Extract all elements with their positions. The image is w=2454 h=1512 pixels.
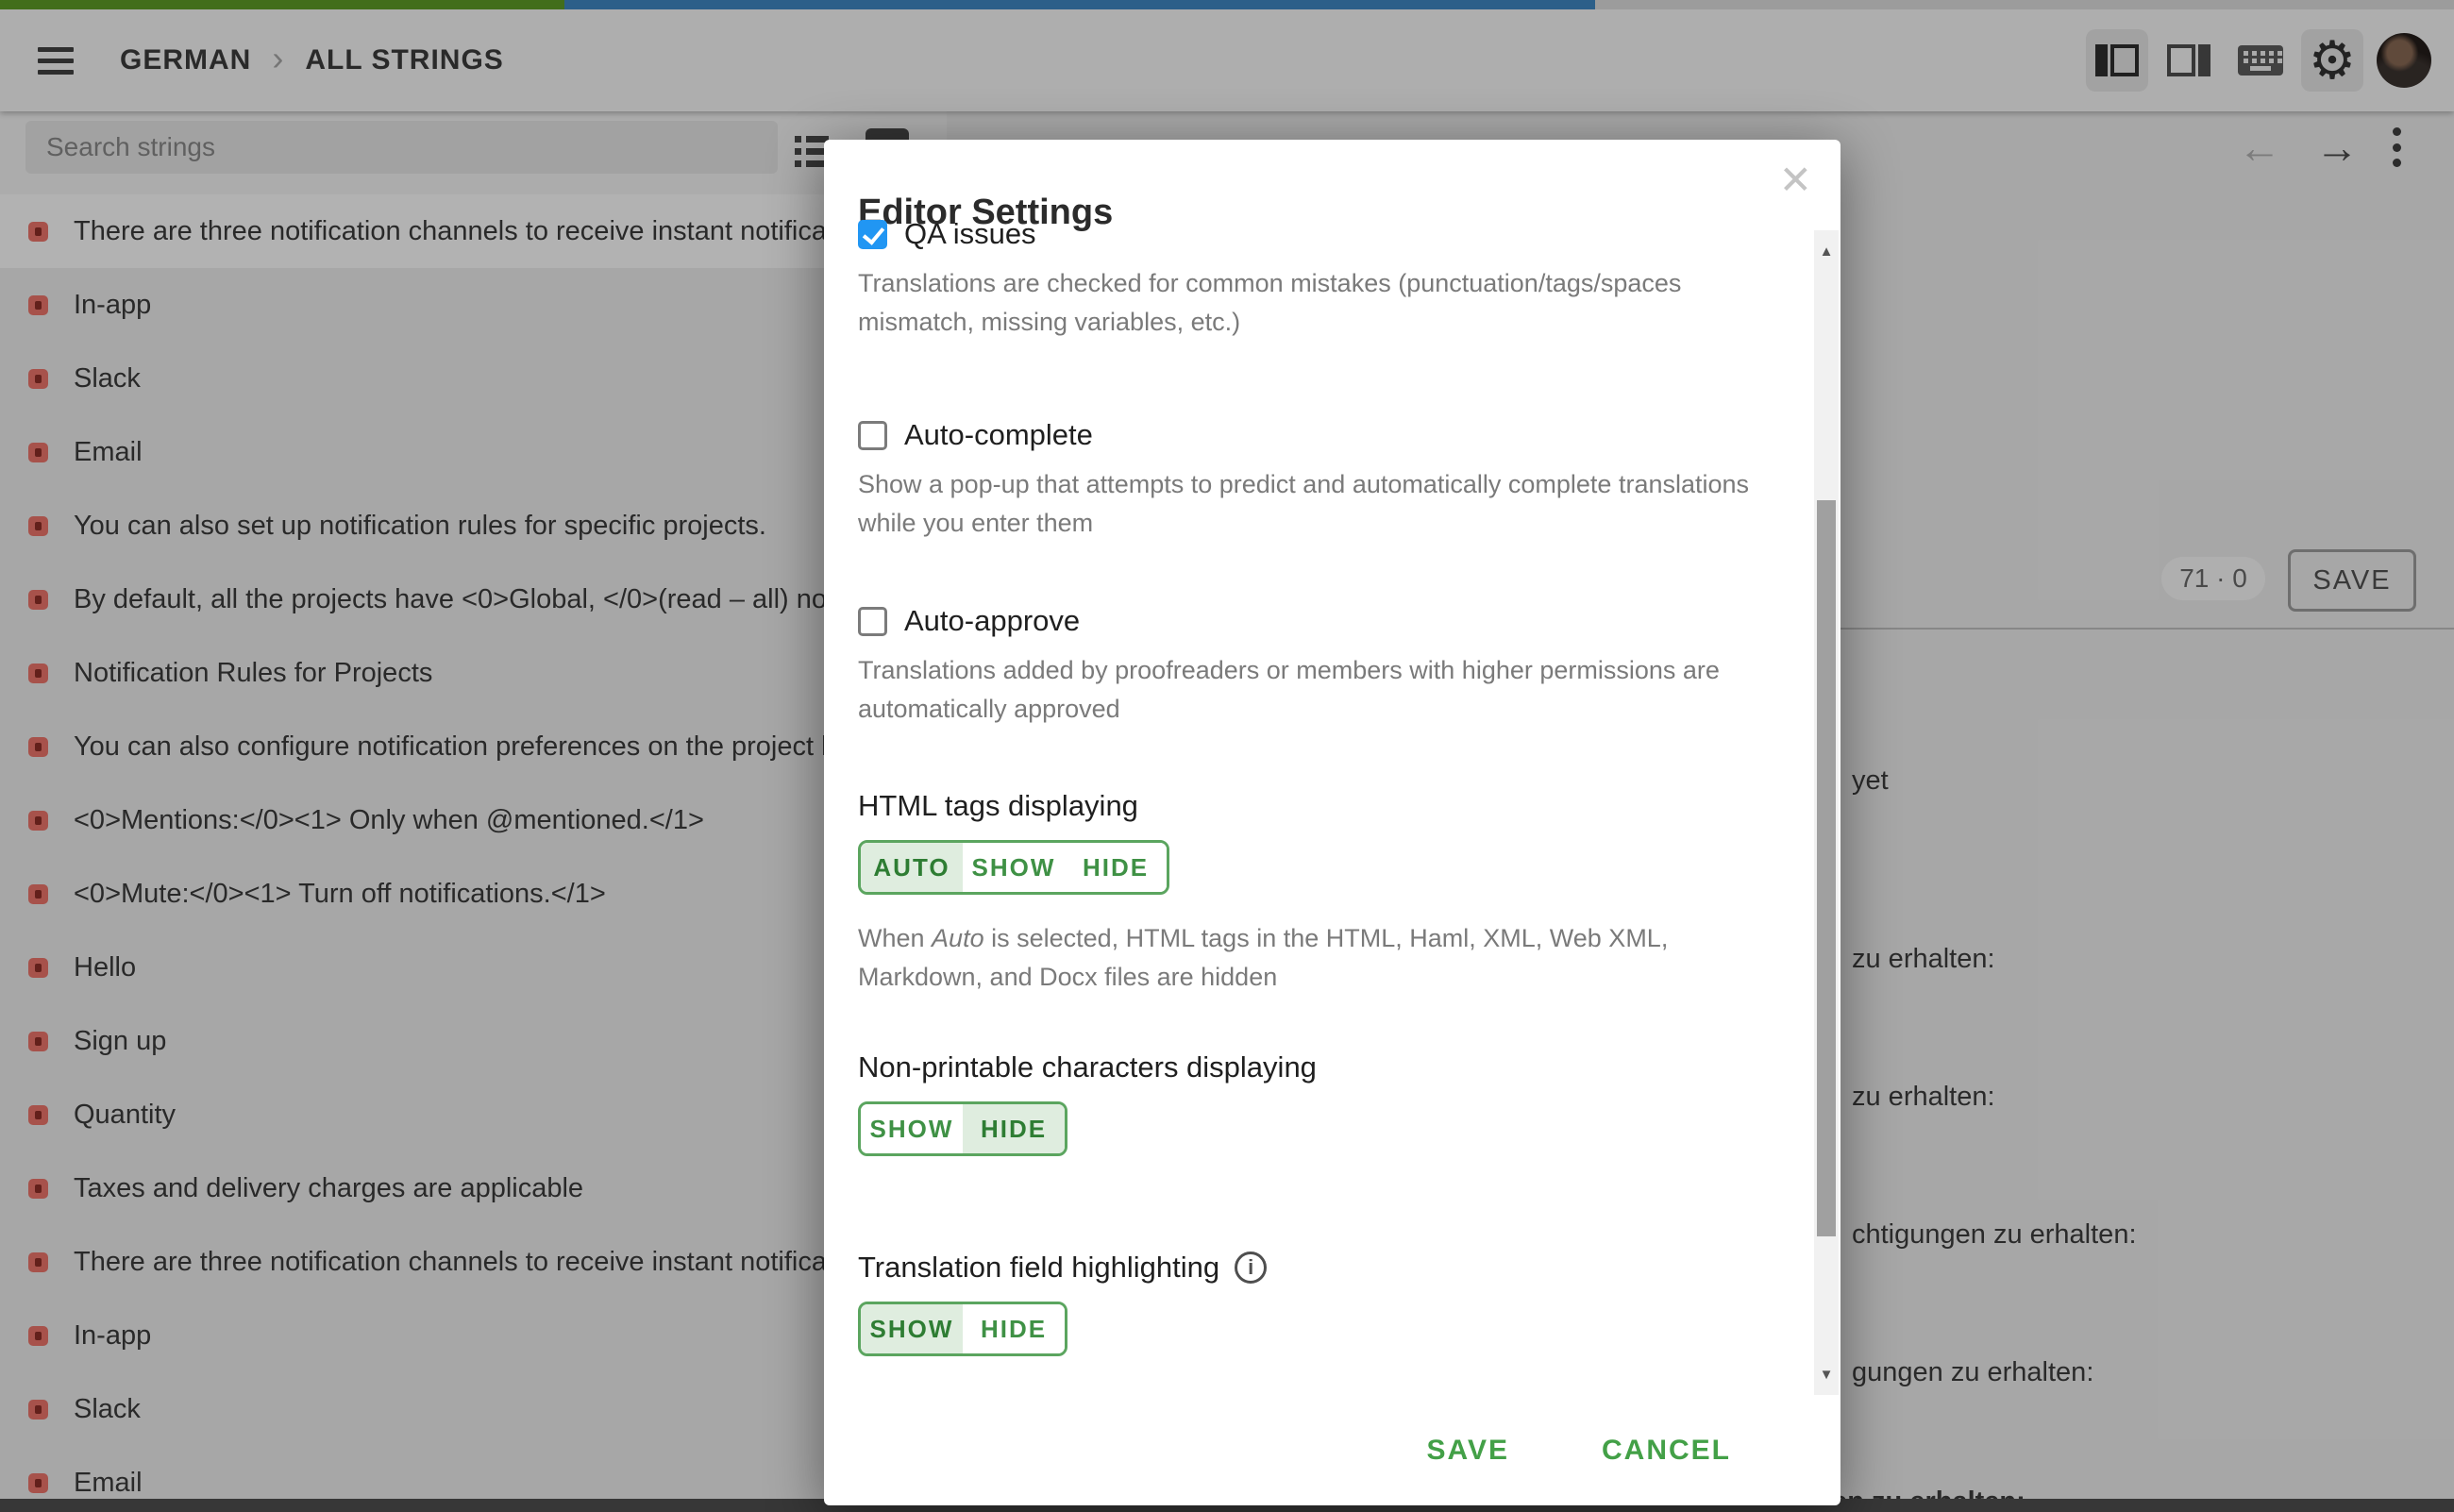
scrollbar-thumb[interactable] (1817, 500, 1836, 1236)
toggle-button-group: SHOWHIDE (858, 1101, 1067, 1156)
toggle-option-hide[interactable]: HIDE (963, 1304, 1065, 1353)
setting-auto-approve: Auto-approve Translations added by proofr… (858, 604, 1764, 729)
toggle-setting-label: HTML tags displaying (858, 789, 1764, 823)
close-icon[interactable]: ✕ (1779, 160, 1812, 200)
scroll-down-icon[interactable]: ▼ (1814, 1353, 1839, 1395)
toggle-setting-label-text: Non-printable characters displaying (858, 1050, 1317, 1084)
setting-description: When Auto is selected, HTML tags in the … (858, 919, 1755, 997)
checkbox-label: Auto-approve (904, 604, 1080, 638)
toggle-setting-label: Non-printable characters displaying (858, 1050, 1764, 1084)
auto-approve-checkbox[interactable]: Auto-approve (858, 604, 1764, 638)
toggle-option-show[interactable]: SHOW (861, 1304, 963, 1353)
checkbox-unchecked-icon[interactable] (858, 607, 887, 636)
toggle-option-auto[interactable]: AUTO (861, 843, 963, 892)
auto-complete-checkbox[interactable]: Auto-complete (858, 418, 1764, 452)
checkbox-unchecked-icon[interactable] (858, 421, 887, 450)
info-icon[interactable]: i (1235, 1252, 1267, 1284)
toggle-option-hide[interactable]: HIDE (963, 1104, 1065, 1153)
setting-qa-issues: QA issues Translations are checked for co… (858, 217, 1764, 342)
setting-html-tags-displaying: HTML tags displaying AUTOSHOWHIDE When Aut… (858, 789, 1764, 997)
setting-description: Translations added by proofreaders or me… (858, 651, 1755, 729)
checkbox-label: QA issues (904, 217, 1036, 251)
qa-issues-checkbox[interactable]: QA issues (858, 217, 1764, 251)
toggle-button-group: SHOWHIDE (858, 1302, 1067, 1356)
toggle-option-show[interactable]: SHOW (861, 1104, 963, 1153)
toggle-setting-label-text: HTML tags displaying (858, 789, 1138, 823)
editor-settings-modal: Editor Settings ✕ QA issuesTranslations … (824, 140, 1840, 1505)
setting-translation-field-highlighting: Translation field highlighting i SHOWHIDE (858, 1251, 1764, 1356)
setting-non-printable-characters-displaying: Non-printable characters displaying SHOWH… (858, 1050, 1764, 1156)
scroll-up-icon[interactable]: ▲ (1814, 230, 1839, 272)
toggle-setting-label-text: Translation field highlighting (858, 1251, 1219, 1285)
modal-cancel-button[interactable]: CANCEL (1596, 1434, 1737, 1468)
checkbox-checked-icon[interactable] (858, 220, 887, 249)
modal-scrollbar[interactable]: ▲ ▼ (1814, 230, 1839, 1395)
setting-description: Show a pop-up that attempts to predict a… (858, 465, 1755, 543)
toggle-option-show[interactable]: SHOW (963, 843, 1065, 892)
checkbox-label: Auto-complete (904, 418, 1093, 452)
toggle-option-hide[interactable]: HIDE (1065, 843, 1167, 892)
toggle-button-group: AUTOSHOWHIDE (858, 840, 1169, 895)
toggle-setting-label: Translation field highlighting i (858, 1251, 1764, 1285)
modal-save-button[interactable]: SAVE (1421, 1434, 1515, 1468)
editor-screen: GERMAN › ALL STRINGS ⚙ (0, 0, 2454, 1512)
setting-auto-complete: Auto-complete Show a pop-up that attempts… (858, 418, 1764, 543)
modal-actions: SAVE CANCEL (824, 1422, 1737, 1479)
setting-description: Translations are checked for common mist… (858, 264, 1755, 342)
